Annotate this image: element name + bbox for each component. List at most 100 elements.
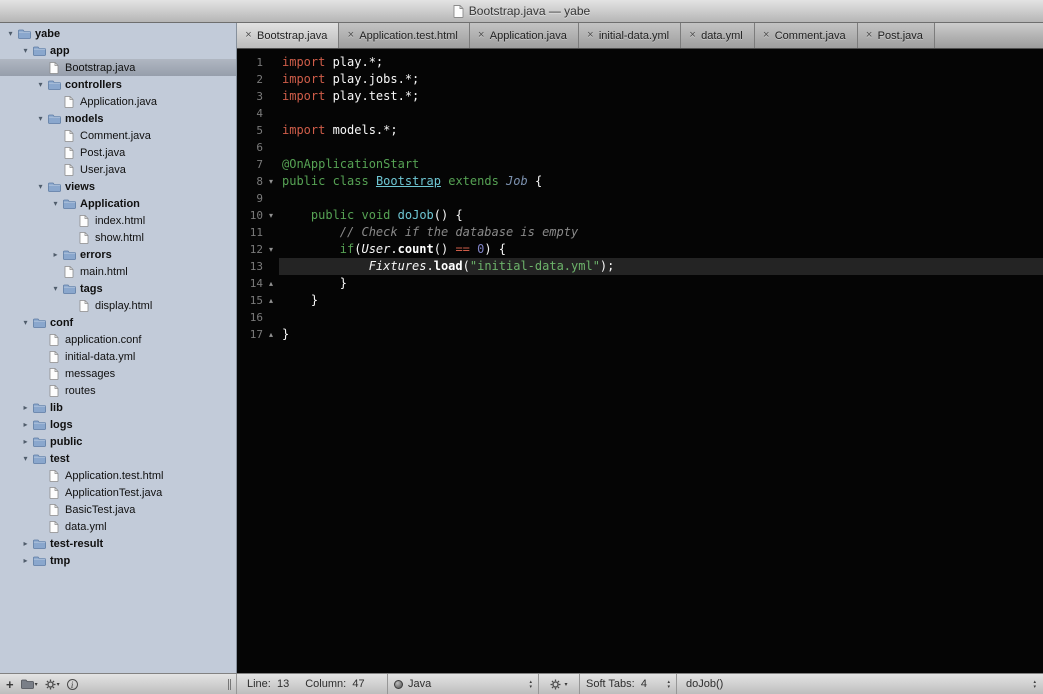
tree-item-routes[interactable]: routes: [0, 382, 236, 399]
tree-item-lib[interactable]: ▸ lib: [0, 399, 236, 416]
disclosure-closed-icon[interactable]: ▸: [20, 535, 31, 552]
disclosure-closed-icon[interactable]: ▸: [20, 416, 31, 433]
code-line-4[interactable]: 4: [237, 105, 1043, 122]
code-segment: {: [528, 174, 542, 188]
disclosure-open-icon[interactable]: ▾: [35, 178, 46, 195]
tree-item-views[interactable]: ▾views: [0, 178, 236, 195]
tree-item-public[interactable]: ▸public: [0, 433, 236, 450]
tree-item-tmp[interactable]: ▸tmp: [0, 552, 236, 569]
tree-item-basictest-java[interactable]: BasicTest.java: [0, 501, 236, 518]
disclosure-open-icon[interactable]: ▾: [50, 195, 61, 212]
tab-close-icon[interactable]: ×: [586, 30, 595, 41]
fold-start-icon[interactable]: ▾: [263, 207, 279, 224]
file-icon: [76, 215, 92, 227]
disclosure-open-icon[interactable]: ▾: [35, 110, 46, 127]
tree-item-application-conf[interactable]: application.conf: [0, 331, 236, 348]
tree-item-yabe[interactable]: ▾yabe: [0, 25, 236, 42]
disclosure-closed-icon[interactable]: ▸: [20, 399, 31, 416]
fold-start-icon[interactable]: ▾: [263, 173, 279, 190]
tab-application-test-html[interactable]: ×Application.test.html: [339, 23, 469, 48]
code-line-15[interactable]: 15▴ }: [237, 292, 1043, 309]
splitter-handle[interactable]: [228, 679, 232, 690]
code-line-13[interactable]: 13 Fixtures.load("initial-data.yml");: [237, 258, 1043, 275]
folder-actions-button[interactable]: ▾: [21, 679, 38, 689]
tree-item-data-yml[interactable]: data.yml: [0, 518, 236, 535]
tree-item-tags[interactable]: ▾tags: [0, 280, 236, 297]
tab-bootstrap-java[interactable]: ×Bootstrap.java: [237, 23, 339, 48]
tree-item-application-java[interactable]: Application.java: [0, 93, 236, 110]
info-button[interactable]: i: [67, 679, 78, 690]
tree-item-display-html[interactable]: display.html: [0, 297, 236, 314]
code-line-17[interactable]: 17▴}: [237, 326, 1043, 343]
tree-item-bootstrap-java[interactable]: Bootstrap.java: [0, 59, 236, 76]
code-line-7[interactable]: 7@OnApplicationStart: [237, 156, 1043, 173]
line-number: 11: [237, 224, 263, 241]
fold-end-icon[interactable]: ▴: [263, 326, 279, 343]
tab-close-icon[interactable]: ×: [762, 30, 771, 41]
tree-item-app[interactable]: ▾app: [0, 42, 236, 59]
tree-item-test-result[interactable]: ▸test-result: [0, 535, 236, 552]
disclosure-closed-icon[interactable]: ▸: [20, 433, 31, 450]
titlebar[interactable]: Bootstrap.java — yabe: [0, 0, 1043, 23]
fold-start-icon[interactable]: ▾: [263, 241, 279, 258]
gear-actions-button[interactable]: ▾: [45, 679, 60, 690]
disclosure-open-icon[interactable]: ▾: [5, 25, 16, 42]
tab-close-icon[interactable]: ×: [865, 30, 874, 41]
disclosure-closed-icon[interactable]: ▸: [20, 552, 31, 569]
soft-tabs-popup[interactable]: Soft Tabs: 4 ▴▾: [580, 674, 676, 694]
tab-post-java[interactable]: ×Post.java: [858, 23, 935, 48]
code-line-2[interactable]: 2import play.jobs.*;: [237, 71, 1043, 88]
code-line-14[interactable]: 14▴ }: [237, 275, 1043, 292]
tree-item-applicationtest-java[interactable]: ApplicationTest.java: [0, 484, 236, 501]
code-line-10[interactable]: 10▾ public void doJob() {: [237, 207, 1043, 224]
tree-item-index-html[interactable]: index.html: [0, 212, 236, 229]
code-line-11[interactable]: 11 // Check if the database is empty: [237, 224, 1043, 241]
tree-item-application-test-html[interactable]: Application.test.html: [0, 467, 236, 484]
tab-close-icon[interactable]: ×: [346, 30, 355, 41]
tab-data-yml[interactable]: ×data.yml: [681, 23, 755, 48]
tree-item-label: Comment.java: [80, 130, 151, 142]
disclosure-open-icon[interactable]: ▾: [35, 76, 46, 93]
disclosure-open-icon[interactable]: ▾: [20, 42, 31, 59]
tree-item-logs[interactable]: ▸logs: [0, 416, 236, 433]
tree-item-models[interactable]: ▾models: [0, 110, 236, 127]
code-line-6[interactable]: 6: [237, 139, 1043, 156]
disclosure-open-icon[interactable]: ▾: [20, 314, 31, 331]
disclosure-open-icon[interactable]: ▾: [50, 280, 61, 297]
code-line-8[interactable]: 8▾public class Bootstrap extends Job {: [237, 173, 1043, 190]
tree-item-user-java[interactable]: User.java: [0, 161, 236, 178]
code-line-5[interactable]: 5import models.*;: [237, 122, 1043, 139]
code-line-9[interactable]: 9: [237, 190, 1043, 207]
code-line-1[interactable]: 1import play.*;: [237, 54, 1043, 71]
tree-item-comment-java[interactable]: Comment.java: [0, 127, 236, 144]
tab-comment-java[interactable]: ×Comment.java: [755, 23, 858, 48]
symbol-popup[interactable]: doJob() ▴▾: [677, 674, 1043, 694]
add-file-button[interactable]: +: [6, 678, 14, 691]
tree-item-main-html[interactable]: main.html: [0, 263, 236, 280]
tree-item-initial-data-yml[interactable]: initial-data.yml: [0, 348, 236, 365]
disclosure-closed-icon[interactable]: ▸: [50, 246, 61, 263]
tree-item-controllers[interactable]: ▾controllers: [0, 76, 236, 93]
tree-item-application[interactable]: ▾Application: [0, 195, 236, 212]
tree-item-show-html[interactable]: show.html: [0, 229, 236, 246]
bundle-actions-popup[interactable]: ▾: [539, 674, 579, 694]
tree-item-errors[interactable]: ▸errors: [0, 246, 236, 263]
tree-item-test[interactable]: ▾test: [0, 450, 236, 467]
tree-item-label: lib: [50, 402, 63, 414]
fold-end-icon[interactable]: ▴: [263, 275, 279, 292]
tree-item-post-java[interactable]: Post.java: [0, 144, 236, 161]
code-editor[interactable]: 1import play.*;2import play.jobs.*;3impo…: [237, 49, 1043, 673]
disclosure-open-icon[interactable]: ▾: [20, 450, 31, 467]
fold-end-icon[interactable]: ▴: [263, 292, 279, 309]
tree-item-messages[interactable]: messages: [0, 365, 236, 382]
tab-application-java[interactable]: ×Application.java: [470, 23, 579, 48]
tab-close-icon[interactable]: ×: [688, 30, 697, 41]
code-line-16[interactable]: 16: [237, 309, 1043, 326]
tab-initial-data-yml[interactable]: ×initial-data.yml: [579, 23, 681, 48]
tree-item-conf[interactable]: ▾conf: [0, 314, 236, 331]
code-line-12[interactable]: 12▾ if(User.count() == 0) {: [237, 241, 1043, 258]
language-popup[interactable]: Java ▴▾: [388, 674, 538, 694]
tab-close-icon[interactable]: ×: [244, 30, 253, 41]
tab-close-icon[interactable]: ×: [477, 30, 486, 41]
code-line-3[interactable]: 3import play.test.*;: [237, 88, 1043, 105]
